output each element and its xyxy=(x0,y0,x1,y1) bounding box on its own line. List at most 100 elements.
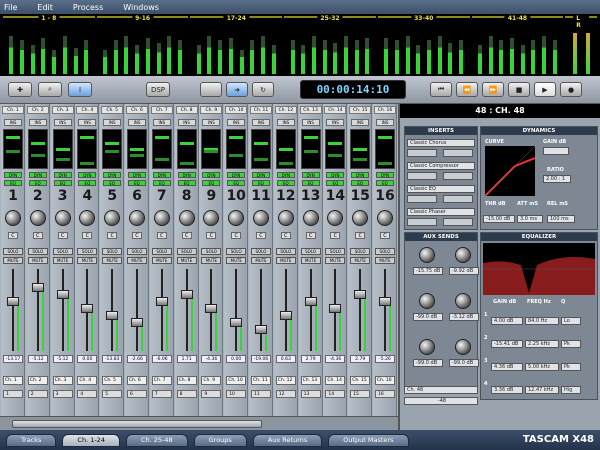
solo-button[interactable]: SOLO xyxy=(77,248,98,255)
fader-handle[interactable] xyxy=(230,318,243,327)
fader-value[interactable]: 0.00 xyxy=(226,355,247,363)
eq-gain-field[interactable]: 4.36 dB xyxy=(491,363,523,371)
eq-q-field[interactable]: Pk xyxy=(561,340,581,348)
solo-button[interactable]: SOLO xyxy=(176,248,197,255)
channel-select[interactable]: 12 xyxy=(275,390,296,398)
insert-bypass-button[interactable] xyxy=(407,172,437,180)
solo-button[interactable]: SOLO xyxy=(275,248,296,255)
tab-groups[interactable]: Groups xyxy=(193,433,247,447)
mute-button[interactable]: MUTE xyxy=(300,257,321,264)
insert-bypass-button[interactable] xyxy=(407,218,437,226)
fader-value[interactable]: -6.06 xyxy=(151,355,172,363)
center-button[interactable]: C xyxy=(330,232,341,239)
dyn-button[interactable]: DYN xyxy=(301,172,320,178)
center-button[interactable]: C xyxy=(132,232,142,239)
insert-button[interactable]: INS xyxy=(376,119,394,126)
channel-select[interactable]: 4 xyxy=(77,390,98,398)
mute-button[interactable]: MUTE xyxy=(102,257,123,264)
fader-value[interactable]: 2.79 xyxy=(300,355,321,363)
insert-button[interactable]: INS xyxy=(276,119,295,126)
dyn-button[interactable]: DYN xyxy=(276,172,295,178)
rel-field[interactable]: 100 ms xyxy=(547,215,575,223)
tab-ch-1-24[interactable]: Ch. 1-24 xyxy=(62,433,120,447)
fader-handle[interactable] xyxy=(379,297,391,306)
aux-send-value[interactable]: -3.12 dB xyxy=(449,313,479,321)
mute-button[interactable]: MUTE xyxy=(350,257,371,264)
insert-button[interactable]: INS xyxy=(351,119,370,126)
dyn-button[interactable]: DYN xyxy=(326,172,345,178)
insert-slot[interactable]: Classic Compressor xyxy=(407,162,475,170)
scrollbar-thumb[interactable] xyxy=(12,420,262,428)
fader-value[interactable]: -5.12 xyxy=(27,355,48,363)
center-button[interactable]: C xyxy=(82,232,93,239)
mute-button[interactable]: MUTE xyxy=(251,257,271,264)
dyn-button[interactable]: DYN xyxy=(376,172,394,178)
insert-button[interactable]: INS xyxy=(177,119,196,126)
channel-select[interactable]: 11 xyxy=(251,390,271,398)
eq-gain-field[interactable]: 4.00 dB xyxy=(491,317,523,325)
dyn-button[interactable]: DYN xyxy=(227,172,246,178)
aux-send-value[interactable]: -99.0 dB xyxy=(449,359,479,367)
channel-value-field[interactable]: -48 xyxy=(404,397,478,405)
pan-knob[interactable] xyxy=(54,210,71,226)
fader-value[interactable]: -4.36 xyxy=(201,355,222,363)
dyn-button[interactable]: DYN xyxy=(103,172,122,178)
eq-button[interactable]: EQ xyxy=(276,180,295,186)
ratio-field[interactable]: 2.00 : 1 xyxy=(543,175,571,183)
stop-button[interactable]: ■ xyxy=(508,82,530,97)
fader-value[interactable]: -13.17 xyxy=(3,355,23,363)
mute-button[interactable]: MUTE xyxy=(201,257,222,264)
eq-button[interactable]: EQ xyxy=(326,180,345,186)
fader-value[interactable]: -19.06 xyxy=(251,355,271,363)
aux-send-knob[interactable] xyxy=(419,293,435,309)
aux-send-value[interactable]: -15.75 dB xyxy=(413,267,443,275)
mute-button[interactable]: MUTE xyxy=(151,257,172,264)
aux-send-value[interactable]: -99.0 dB xyxy=(413,359,443,367)
channel-name[interactable]: Ch. 1 xyxy=(3,376,23,385)
solo-button[interactable]: SOLO xyxy=(325,248,346,255)
center-button[interactable]: C xyxy=(181,232,192,239)
pan-knob[interactable] xyxy=(104,210,121,226)
mute-button[interactable]: MUTE xyxy=(27,257,48,264)
insert-slot[interactable]: Classic EQ xyxy=(407,185,475,193)
mute-button[interactable]: MUTE xyxy=(3,257,23,264)
aux-send-value[interactable]: -9.92 dB xyxy=(449,267,479,275)
center-button[interactable]: C xyxy=(256,232,266,239)
eq-freq-field[interactable]: 84.0 Hz xyxy=(525,317,559,325)
center-button[interactable]: C xyxy=(156,232,167,239)
dyn-button[interactable]: DYN xyxy=(78,172,97,178)
fast-forward-button[interactable]: ⏩ xyxy=(482,82,504,97)
aux-send-knob[interactable] xyxy=(455,339,471,355)
fader-handle[interactable] xyxy=(106,311,119,320)
dyn-button[interactable]: DYN xyxy=(152,172,171,178)
channel-name[interactable]: Ch. 7 xyxy=(151,376,172,385)
center-button[interactable]: C xyxy=(8,232,18,239)
tab-output-masters[interactable]: Output Masters xyxy=(328,433,409,447)
gain-field[interactable] xyxy=(543,147,569,155)
insert-button[interactable]: INS xyxy=(227,119,246,126)
eq-button[interactable]: EQ xyxy=(53,180,72,186)
pan-knob[interactable] xyxy=(253,210,269,226)
eq-button[interactable]: EQ xyxy=(78,180,97,186)
fader-value[interactable]: -5.26 xyxy=(375,355,395,363)
channel-select[interactable]: 14 xyxy=(325,390,346,398)
insert-button[interactable]: INS xyxy=(28,119,47,126)
channel-name[interactable]: Ch. 14 xyxy=(325,376,346,385)
pan-knob[interactable] xyxy=(5,210,21,226)
channel-select[interactable]: 9 xyxy=(201,390,222,398)
insert-button[interactable]: INS xyxy=(53,119,72,126)
menu-edit[interactable]: Edit xyxy=(37,3,53,12)
insert-edit-button[interactable] xyxy=(443,218,473,226)
mute-button[interactable]: MUTE xyxy=(127,257,147,264)
mute-button[interactable]: MUTE xyxy=(226,257,247,264)
solo-button[interactable]: SOLO xyxy=(151,248,172,255)
pan-knob[interactable] xyxy=(203,210,220,226)
channel-name[interactable]: Ch. 4 xyxy=(77,376,98,385)
insert-button[interactable]: INS xyxy=(103,119,122,126)
fader-handle[interactable] xyxy=(255,325,267,334)
channel-select[interactable]: 5 xyxy=(102,390,123,398)
insert-button[interactable]: INS xyxy=(78,119,97,126)
fader-handle[interactable] xyxy=(304,297,317,306)
dsp-button[interactable]: DSP xyxy=(146,82,170,97)
eq-button[interactable]: EQ xyxy=(376,180,394,186)
